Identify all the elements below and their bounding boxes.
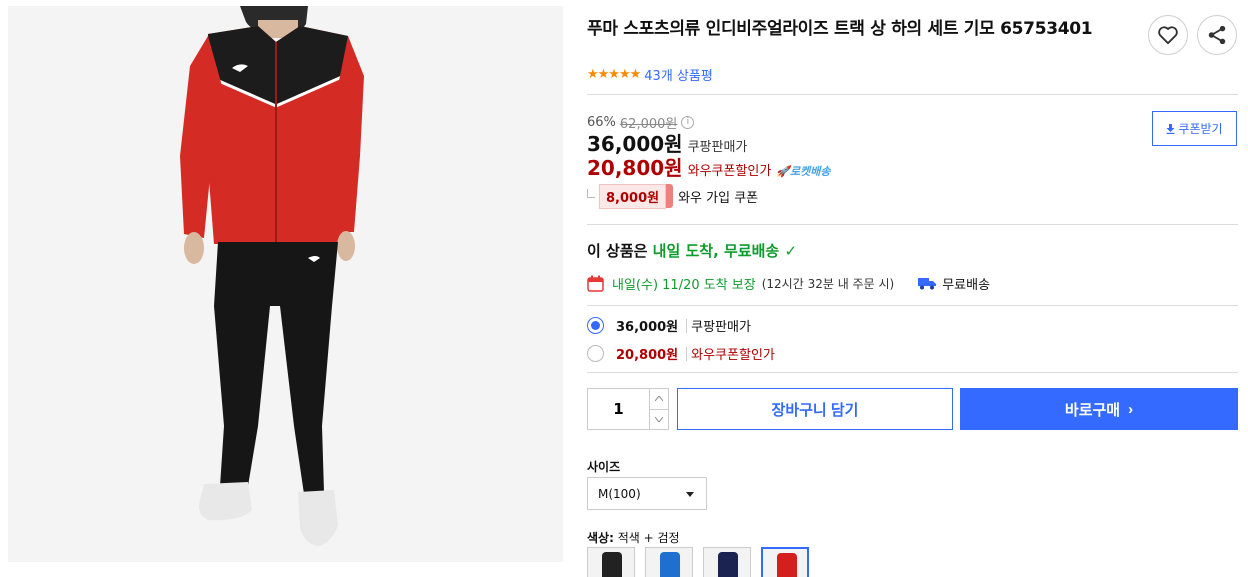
coupon-price-label: 와우쿠폰할인가 bbox=[687, 164, 772, 179]
elbow-connector bbox=[587, 189, 595, 198]
add-to-cart-button[interactable]: 장바구니 담기 bbox=[677, 388, 953, 430]
heart-icon bbox=[1158, 26, 1178, 45]
price-option-sale[interactable]: 36,000원 쿠팡판매가 bbox=[587, 316, 751, 335]
delivery-headline-highlight: 내일 도착, 무료배송 bbox=[652, 242, 780, 260]
divider bbox=[587, 224, 1238, 225]
color-swatch-red[interactable] bbox=[761, 547, 809, 577]
swatch-garment bbox=[660, 552, 680, 577]
quantity-stepper bbox=[587, 388, 669, 430]
buy-now-button[interactable]: 바로구매 › bbox=[960, 388, 1238, 430]
color-swatch-navy[interactable] bbox=[703, 547, 751, 577]
share-button[interactable] bbox=[1197, 15, 1237, 55]
divider bbox=[587, 305, 1238, 306]
color-selected-value: 적색 + 검정 bbox=[617, 531, 680, 545]
swatch-garment bbox=[602, 552, 622, 577]
quantity-input[interactable] bbox=[588, 389, 649, 429]
radio-unselected[interactable] bbox=[587, 345, 604, 362]
wishlist-button[interactable] bbox=[1148, 15, 1188, 55]
rating-stars: ★★★★★ bbox=[587, 67, 641, 82]
order-cutoff: (12시간 32분 내 주문 시) bbox=[761, 277, 895, 291]
coupon-price-row: 20,800원 와우쿠폰할인가 🚀로켓배송 bbox=[587, 152, 831, 181]
truck-icon bbox=[918, 278, 937, 290]
wow-coupon-label: 와우 가입 쿠폰 bbox=[678, 191, 759, 206]
free-shipping: 무료배송 bbox=[942, 278, 991, 293]
calendar-icon bbox=[587, 275, 604, 292]
color-label-title: 색상: bbox=[587, 531, 614, 545]
wow-coupon-amount: 8,000원 bbox=[599, 184, 674, 209]
size-selected-value: M(100) bbox=[598, 486, 641, 501]
option-separator bbox=[686, 346, 688, 361]
divider bbox=[587, 372, 1238, 373]
download-icon bbox=[1166, 123, 1175, 134]
color-label: 색상: 적색 + 검정 bbox=[587, 529, 680, 546]
option-separator bbox=[686, 318, 688, 333]
get-coupon-label: 쿠폰받기 bbox=[1178, 122, 1223, 136]
size-label: 사이즈 bbox=[587, 460, 621, 474]
product-title: 푸마 스포츠의류 인디비주얼라이즈 트랙 상 하의 세트 기모 65753401 bbox=[587, 19, 1093, 39]
chevron-down-icon bbox=[655, 416, 663, 422]
quantity-increase-button[interactable] bbox=[650, 389, 668, 410]
product-image[interactable] bbox=[8, 6, 563, 562]
size-select[interactable]: M(100) bbox=[587, 477, 707, 510]
option-price: 20,800원 bbox=[616, 348, 679, 363]
chevron-right-icon: › bbox=[1128, 400, 1134, 418]
rocket-delivery-badge: 🚀로켓배송 bbox=[776, 165, 831, 178]
product-info-panel: 푸마 스포츠의류 인디비주얼라이즈 트랙 상 하의 세트 기모 65753401… bbox=[587, 0, 1238, 577]
option-price: 36,000원 bbox=[616, 320, 679, 335]
delivery-details: 내일(수) 11/20 도착 보장 (12시간 32분 내 주문 시) 무료배송 bbox=[587, 274, 990, 293]
share-icon bbox=[1208, 25, 1226, 45]
check-icon: ✓ bbox=[784, 242, 798, 260]
coupon-price: 20,800원 bbox=[587, 156, 683, 180]
buy-now-label: 바로구매 bbox=[1064, 401, 1121, 419]
rating-summary: ★★★★★ 43개 상품평 bbox=[587, 65, 713, 84]
quantity-buttons bbox=[649, 389, 668, 429]
quantity-decrease-button[interactable] bbox=[650, 410, 668, 430]
review-count-link[interactable]: 43개 상품평 bbox=[644, 65, 713, 84]
price-option-coupon[interactable]: 20,800원 와우쿠폰할인가 bbox=[587, 344, 775, 363]
option-label: 와우쿠폰할인가 bbox=[691, 348, 775, 363]
swatch-garment bbox=[718, 552, 738, 577]
color-swatch-black[interactable] bbox=[587, 547, 635, 577]
dropdown-arrow-icon bbox=[686, 492, 694, 497]
delivery-headline-prefix: 이 상품은 bbox=[587, 242, 653, 260]
delivery-headline: 이 상품은 내일 도착, 무료배송 ✓ bbox=[587, 240, 797, 261]
divider bbox=[587, 94, 1238, 95]
option-label: 쿠팡판매가 bbox=[691, 320, 751, 335]
color-swatch-blue[interactable] bbox=[645, 547, 693, 577]
color-swatches bbox=[587, 547, 819, 577]
arrival-date: 내일(수) 11/20 도착 보장 bbox=[612, 278, 756, 293]
swatch-garment bbox=[777, 553, 797, 577]
radio-selected[interactable] bbox=[587, 317, 604, 334]
product-photo-illustration bbox=[8, 6, 563, 562]
chevron-up-icon bbox=[655, 396, 663, 402]
wow-coupon-row: 8,000원 와우 가입 쿠폰 bbox=[587, 184, 758, 209]
get-coupon-button[interactable]: 쿠폰받기 bbox=[1152, 111, 1237, 146]
